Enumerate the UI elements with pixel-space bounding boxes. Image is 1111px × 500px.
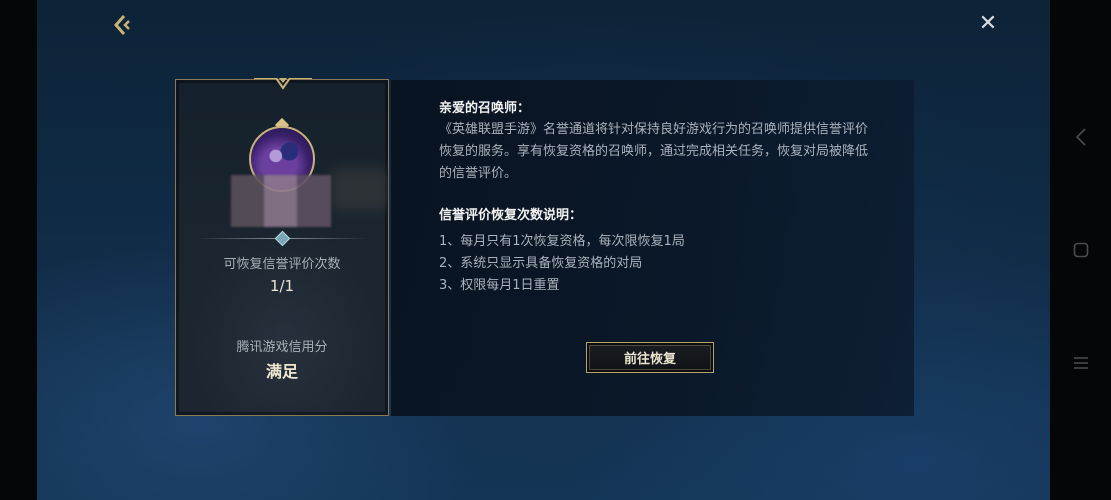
restore-count-value: 1/1	[269, 277, 295, 295]
chevron-left-icon	[113, 15, 130, 35]
go-restore-button[interactable]: 前往恢复	[586, 342, 714, 373]
system-back-icon[interactable]	[1072, 128, 1090, 146]
back-button[interactable]	[107, 10, 137, 40]
credit-summary-card: 可恢复信誉评价次数 1/1 腾讯游戏信用分 满足	[175, 78, 389, 416]
rule-item: 3、权限每月1日重置	[439, 278, 560, 293]
info-panel: 亲爱的召唤师： 《英雄联盟手游》名誉通道将针对保持良好游戏行为的召唤师提供信誉评…	[391, 80, 914, 416]
system-menu-icon[interactable]	[1072, 354, 1090, 372]
close-icon: ✕	[978, 10, 998, 36]
intro-text: 《英雄联盟手游》名誉通道将针对保持良好游戏行为的召唤师提供信誉评价恢复的服务。享…	[439, 122, 869, 181]
credit-score-status: 满足	[265, 362, 298, 381]
card-top-ornament	[254, 78, 312, 90]
rules-heading: 信誉评价恢复次数说明：	[439, 208, 583, 223]
credit-score-label: 腾讯游戏信用分	[236, 340, 328, 355]
rule-item: 1、每月只有1次恢复资格，每次限恢复1局	[439, 234, 685, 249]
greeting-heading: 亲爱的召唤师：	[439, 101, 531, 116]
restore-count-label: 可恢复信誉评价次数	[223, 257, 341, 272]
diamond-icon	[274, 230, 291, 247]
close-button[interactable]: ✕	[973, 8, 1003, 38]
system-home-icon[interactable]	[1072, 241, 1090, 259]
player-name-redacted	[231, 175, 331, 227]
name-blur-shadow	[331, 168, 389, 210]
rule-item: 2、系统只显示具备恢复资格的对局	[439, 256, 643, 271]
app-screen: ✕ 可恢复信誉评价次数 1/1 腾讯游戏信用分 满足 亲爱的召唤师： 《英雄联盟…	[37, 0, 1050, 500]
